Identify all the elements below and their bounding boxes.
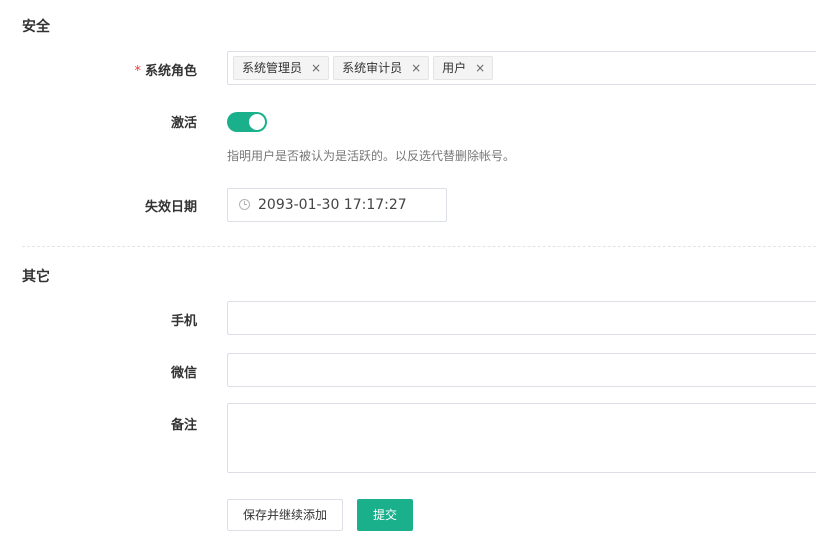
role-tag: 用户 × [433,56,494,80]
role-tag-label: 系统管理员 [242,61,303,75]
section-title-security: 安全 [22,19,50,35]
role-tag-label: 系统审计员 [342,61,403,75]
close-icon[interactable]: × [311,61,321,75]
close-icon[interactable]: × [411,61,421,75]
note-textarea[interactable] [227,403,816,473]
required-mark: * [134,64,141,79]
save-continue-button[interactable]: 保存并继续添加 [227,499,343,531]
role-tag-label: 用户 [442,61,467,75]
wechat-input[interactable] [227,353,816,387]
active-switch[interactable] [227,112,267,132]
active-label: 激活 [170,116,197,131]
roles-label-text: 系统角色 [144,64,197,79]
phone-input[interactable] [227,301,816,335]
expire-date-value: 2093-01-30 17:17:27 [258,197,407,213]
roles-select[interactable]: 系统管理员 × 系统审计员 × 用户 × [227,51,816,85]
active-help-text: 指明用户是否被认为是活跃的。以反选代替删除帐号。 [227,149,516,163]
roles-label: * 系统角色 [0,60,197,79]
switch-knob [249,114,265,130]
clock-icon [239,199,250,210]
section-title-other: 其它 [22,269,50,285]
role-tag: 系统管理员 × [233,56,330,80]
role-tag: 系统审计员 × [333,56,430,80]
note-label: 备注 [170,418,197,433]
expire-date-label: 失效日期 [144,200,197,215]
expire-date-picker[interactable]: 2093-01-30 17:17:27 [227,188,447,222]
wechat-label: 微信 [170,366,197,381]
close-icon[interactable]: × [475,61,485,75]
submit-button[interactable]: 提交 [357,499,413,531]
section-divider [22,246,816,247]
phone-label: 手机 [170,314,197,329]
